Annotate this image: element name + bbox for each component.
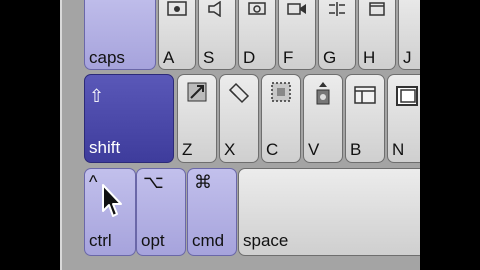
caps-key-label: caps [89, 48, 125, 67]
speaker-icon [206, 0, 228, 22]
window-icon [366, 1, 388, 22]
key-h-label: H [363, 48, 376, 67]
shift-key[interactable]: ⇧ shift [84, 74, 174, 163]
crop-icon [269, 80, 293, 109]
key-x-label: X [224, 140, 236, 159]
key-v-label: V [308, 140, 320, 159]
key-b-label: B [350, 140, 362, 159]
ctrl-symbol: ^ [89, 172, 98, 192]
cmd-symbol: ⌘ [194, 172, 212, 192]
space-key-label: space [243, 231, 289, 250]
key-d[interactable]: D [238, 0, 276, 70]
key-a-label: A [163, 48, 175, 67]
opt-symbol: ⌥ [143, 172, 164, 192]
mouse-cursor-icon [100, 183, 126, 224]
cmd-key[interactable]: ⌘ cmd [187, 168, 237, 256]
key-g-label: G [323, 48, 337, 67]
key-z-label: Z [182, 140, 193, 159]
key-b[interactable]: B [345, 74, 385, 163]
key-f-label: F [283, 48, 294, 67]
key-z[interactable]: Z [177, 74, 217, 163]
ctrl-key-label: ctrl [89, 231, 112, 250]
music-video-icon [166, 1, 188, 22]
key-s[interactable]: S [198, 0, 236, 70]
key-n[interactable]: N [387, 74, 420, 163]
key-v[interactable]: V [303, 74, 343, 163]
key-j[interactable]: J [398, 0, 420, 70]
key-s-label: S [203, 48, 215, 67]
key-g[interactable]: G [318, 0, 356, 70]
camera-icon [246, 1, 268, 22]
key-n-label: N [392, 140, 405, 159]
shift-key-label: shift [89, 138, 121, 157]
square-frame-icon [395, 85, 419, 112]
resize-icon [185, 80, 209, 111]
video-camera-icon [286, 1, 308, 22]
key-c-label: C [266, 140, 279, 159]
key-j-label: J [403, 48, 412, 67]
space-key[interactable]: space [238, 168, 420, 256]
keyboard-panel: caps A S D F G H J ⇧ shift Z X C V B N ^… [62, 0, 420, 270]
key-f[interactable]: F [278, 0, 316, 70]
opt-key[interactable]: ⌥ opt [136, 168, 186, 256]
key-h[interactable]: H [358, 0, 396, 70]
key-d-label: D [243, 48, 256, 67]
cmd-key-label: cmd [192, 231, 225, 250]
grid-icon [326, 1, 348, 22]
key-x[interactable]: X [219, 74, 259, 163]
key-c[interactable]: C [261, 74, 301, 163]
caps-key[interactable]: caps [84, 0, 156, 70]
window-panel-icon [353, 85, 377, 110]
opt-key-label: opt [141, 231, 165, 250]
shift-arrow-icon: ⇧ [89, 86, 105, 106]
stamp-icon [312, 80, 334, 115]
eraser-icon [226, 80, 252, 111]
key-a[interactable]: A [158, 0, 196, 70]
window-frame-right [420, 0, 480, 270]
